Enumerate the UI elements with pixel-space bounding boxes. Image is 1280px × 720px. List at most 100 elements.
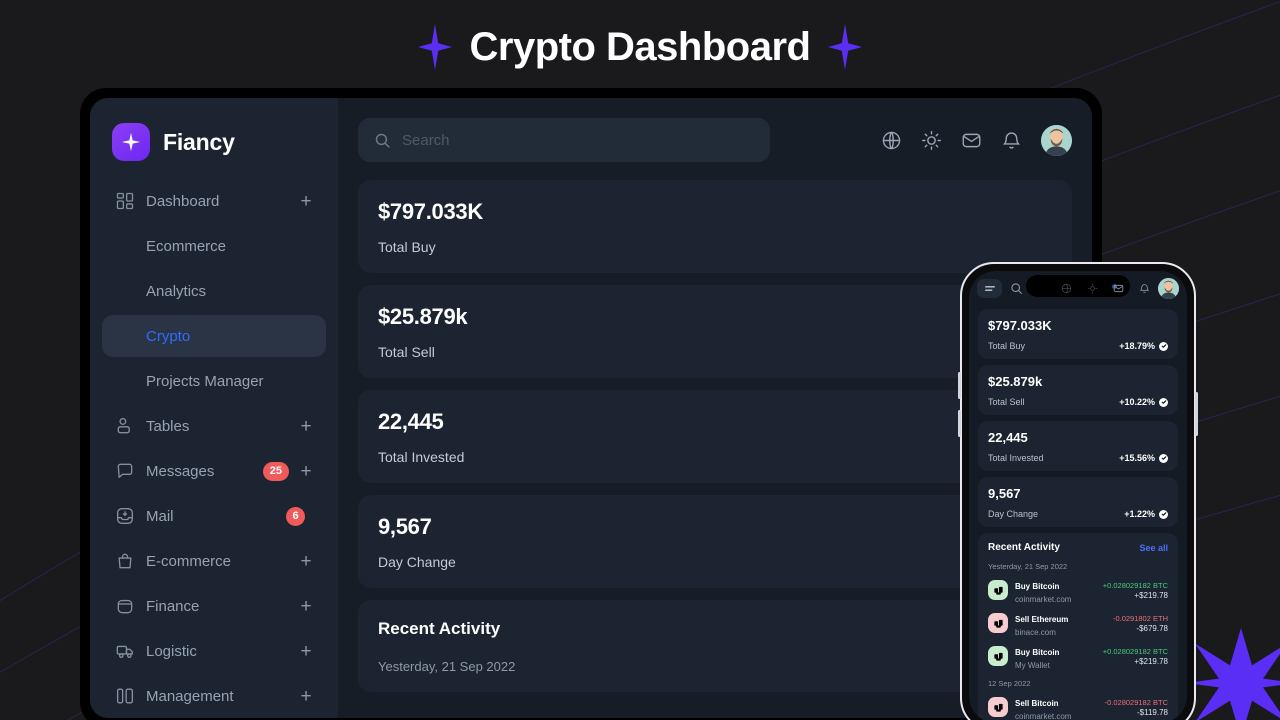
sidebar-item-label: Crypto — [146, 327, 191, 345]
avatar[interactable] — [1158, 277, 1179, 299]
expand-plus-icon[interactable]: + — [298, 687, 314, 706]
dashboard-screen: Fiancy Dashboard + Ecommerce Analytics Crypt… — [90, 98, 1092, 718]
sidebar-item-mail[interactable]: Mail 6 — [102, 495, 326, 537]
screenshot-root: Crypto Dashboard Fiancy Dashboard + Ecomme… — [0, 0, 1280, 720]
expand-plus-icon[interactable]: + — [298, 462, 314, 481]
transaction-fiat: -$119.78 — [1137, 707, 1168, 717]
sidebar-item-projects-manager[interactable]: Projects Manager — [102, 360, 326, 402]
sidebar-item-management[interactable]: Management + — [102, 675, 326, 717]
phone-stat-card: $797.033K Total Buy +18.79% — [978, 309, 1178, 359]
phone-stat-label: Total Buy — [988, 341, 1026, 351]
phone-stat-card: 22,445 Total Invested +15.56% — [978, 421, 1178, 471]
notification-badge: 6 — [286, 506, 305, 526]
sidebar-item-finance[interactable]: Finance + — [102, 585, 326, 627]
topbar-icons — [881, 124, 1072, 156]
truck-icon — [114, 640, 136, 662]
stat-value: $797.033K — [378, 199, 483, 224]
phone-stat-value: $797.033K — [988, 318, 1052, 333]
volume-down-button[interactable] — [958, 410, 961, 437]
sidebar-item-tables[interactable]: Tables + — [102, 405, 326, 447]
search-icon — [375, 133, 390, 148]
phone-stat-label: Day Change — [988, 509, 1039, 519]
power-button[interactable] — [1195, 392, 1198, 436]
transaction-type-icon — [988, 697, 1008, 717]
see-all-link[interactable]: See all — [1139, 543, 1168, 553]
phone-topbar — [969, 271, 1187, 305]
phone-screen: $797.033K Total Buy +18.79% $25.879k Total S… — [969, 271, 1187, 720]
mail-icon[interactable] — [1113, 283, 1124, 294]
globe-icon[interactable] — [1061, 283, 1072, 294]
avatar[interactable] — [1041, 124, 1072, 156]
phone-stat-change-value: +10.22% — [1119, 397, 1155, 407]
sidebar: Fiancy Dashboard + Ecommerce Analytics Crypt… — [90, 98, 338, 718]
sidebar-item-logistic[interactable]: Logistic + — [102, 630, 326, 672]
expand-plus-icon[interactable]: + — [298, 417, 314, 436]
sparkle-icon — [121, 132, 141, 152]
phone-stat-label: Total Sell — [988, 397, 1025, 407]
sun-icon[interactable] — [1087, 283, 1098, 294]
mail-icon[interactable] — [961, 130, 982, 151]
sidebar-nav: Dashboard + Ecommerce Analytics Crypto Projec… — [90, 180, 338, 717]
transaction-source: My Wallet — [1015, 661, 1050, 670]
transaction-amount: -0.028029182 BTC — [1104, 697, 1168, 707]
phone-stat-change: +10.22% — [1119, 397, 1168, 407]
transaction-fiat: +$219.78 — [1134, 656, 1168, 666]
expand-plus-icon[interactable]: + — [298, 552, 314, 571]
hamburger-icon[interactable] — [977, 278, 1002, 298]
search-icon[interactable] — [1010, 282, 1023, 295]
expand-plus-icon[interactable]: + — [298, 642, 314, 661]
check-circle-icon — [1159, 453, 1168, 463]
sidebar-item-label: Projects Manager — [146, 372, 264, 390]
brand-name: Fiancy — [163, 128, 235, 155]
sidebar-item-label: Dashboard — [146, 192, 220, 210]
bell-icon[interactable] — [1001, 130, 1022, 151]
sidebar-item-e-commerce[interactable]: E-commerce + — [102, 540, 326, 582]
volume-up-button[interactable] — [958, 372, 961, 399]
sidebar-item-messages[interactable]: Messages 25 + — [102, 450, 326, 492]
stat-value: 9,567 — [378, 514, 432, 539]
transaction-date-header: Yesterday, 21 Sep 2022 — [988, 562, 1068, 571]
topbar: Search — [358, 116, 1072, 164]
phone-activity-title: Recent Activity — [988, 542, 1060, 553]
check-circle-icon — [1159, 509, 1168, 519]
bell-icon[interactable] — [1139, 283, 1150, 294]
sparkle-right-icon — [828, 24, 863, 70]
phone-transaction-list: Yesterday, 21 Sep 2022 Buy Bitcoin coinmar… — [988, 562, 1168, 720]
expand-plus-icon[interactable]: + — [298, 597, 314, 616]
stat-value: $25.879k — [378, 304, 468, 329]
phone-stat-change-value: +1.22% — [1124, 509, 1155, 519]
transaction-name: Buy Bitcoin — [1015, 648, 1060, 657]
transaction-row[interactable]: Buy Bitcoin coinmarket.com +0.028029182 BT… — [988, 576, 1168, 604]
globe-icon[interactable] — [881, 130, 902, 151]
table-icon — [114, 415, 136, 437]
check-circle-icon — [1159, 397, 1168, 407]
layout-icon — [114, 685, 136, 707]
recent-activity-title: Recent Activity — [378, 619, 501, 638]
sidebar-item-dashboard[interactable]: Dashboard + — [102, 180, 326, 222]
bag-icon — [114, 550, 136, 572]
transaction-amount: -0.0291802 ETH — [1112, 613, 1168, 623]
transaction-name: Sell Bitcoin — [1015, 699, 1059, 708]
sun-icon[interactable] — [921, 130, 942, 151]
transaction-name: Sell Ethereum — [1015, 615, 1069, 624]
transaction-row[interactable]: Buy Bitcoin My Wallet +0.028029182 BTC +$21… — [988, 642, 1168, 670]
sidebar-item-analytics[interactable]: Analytics — [102, 270, 326, 312]
transaction-row[interactable]: Sell Bitcoin coinmarket.com -0.028029182 B… — [988, 693, 1168, 720]
sidebar-item-label: Messages — [146, 462, 215, 480]
phone-stat-change-value: +15.56% — [1119, 453, 1155, 463]
sidebar-item-label: E-commerce — [146, 552, 232, 570]
sidebar-item-ecommerce[interactable]: Ecommerce — [102, 225, 326, 267]
recent-activity-date: Yesterday, 21 Sep 2022 — [378, 659, 516, 674]
phone-body: $797.033K Total Buy +18.79% $25.879k Total S… — [969, 305, 1187, 720]
check-circle-icon — [1159, 341, 1168, 351]
brand: Fiancy — [90, 116, 338, 168]
transaction-type-icon — [988, 580, 1008, 600]
expand-plus-icon[interactable]: + — [298, 192, 314, 211]
phone-stat-change: +15.56% — [1119, 453, 1168, 463]
search-input[interactable]: Search — [358, 118, 770, 162]
page-title: Crypto Dashboard — [469, 24, 811, 69]
transaction-source: coinmarket.com — [1015, 595, 1072, 604]
sidebar-item-crypto[interactable]: Crypto — [102, 315, 326, 357]
transaction-row[interactable]: Sell Ethereum binace.com -0.0291802 ETH -$6… — [988, 609, 1168, 637]
transaction-source: binace.com — [1015, 628, 1056, 637]
